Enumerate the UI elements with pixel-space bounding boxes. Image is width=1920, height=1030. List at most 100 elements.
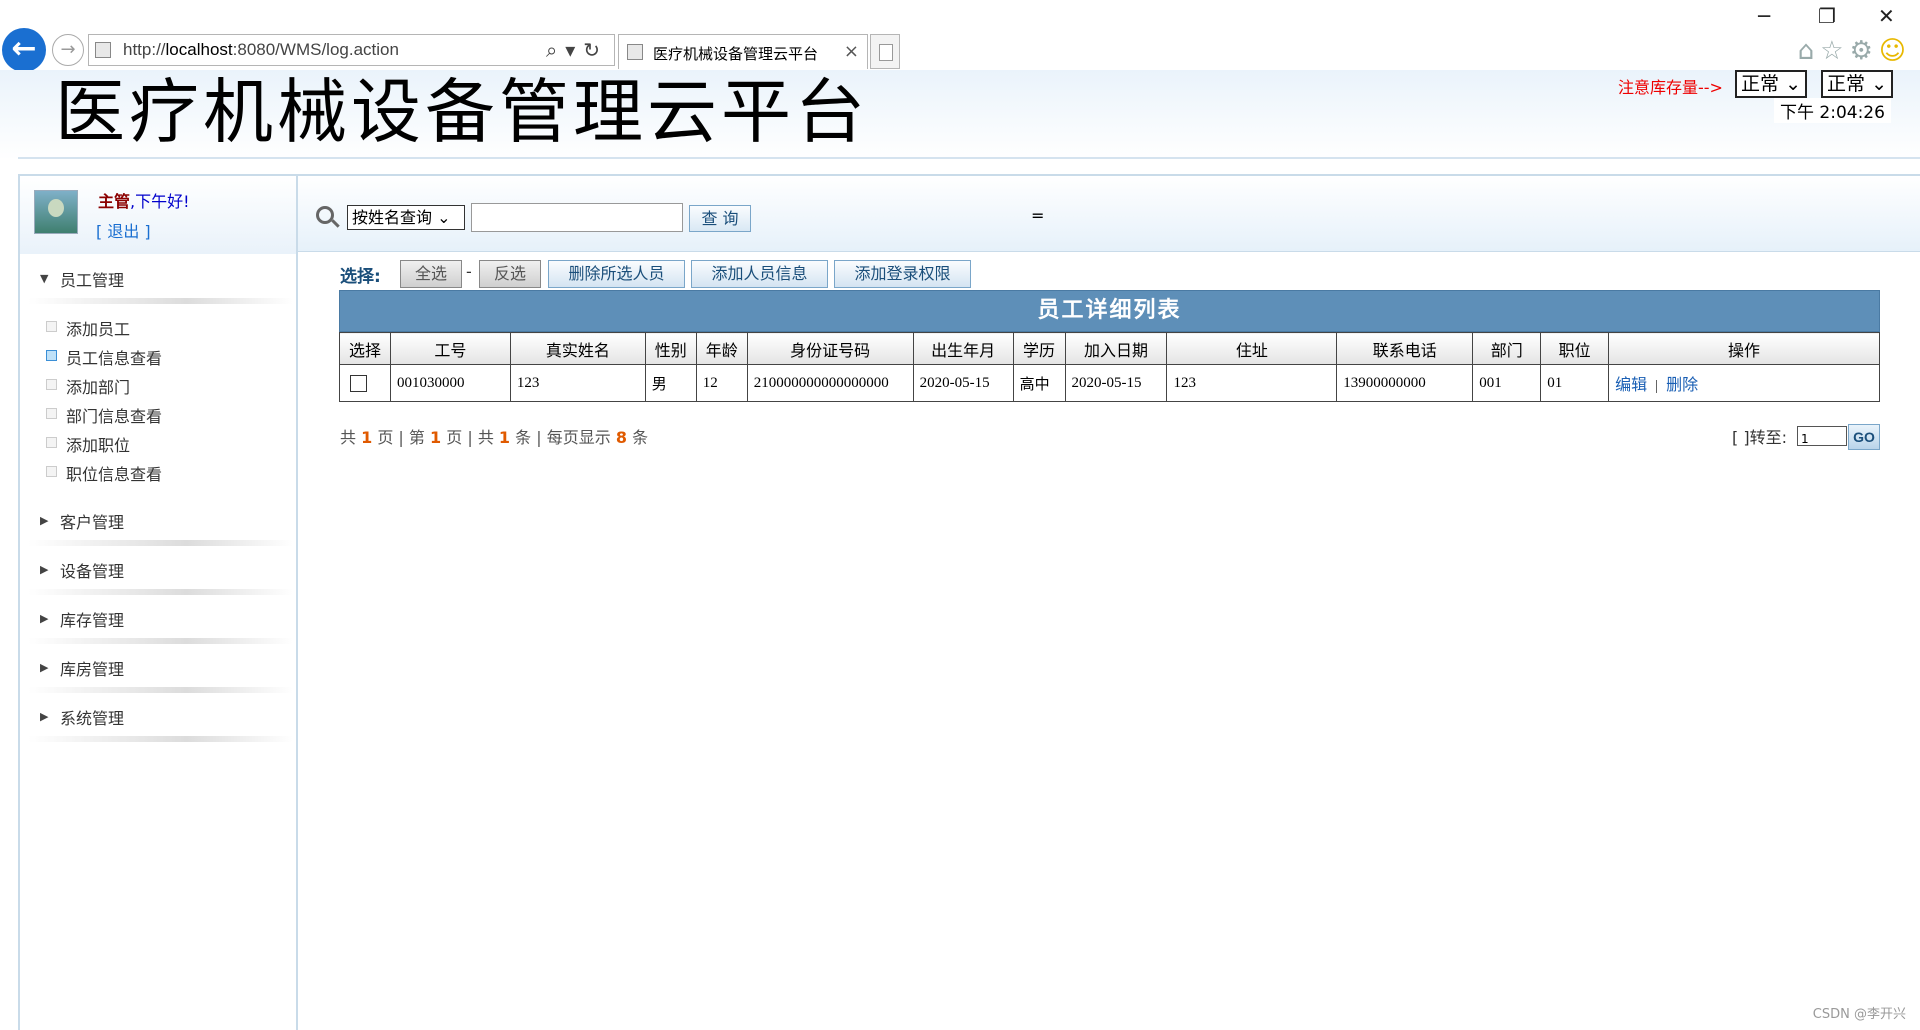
search-icon: ⌕ — [545, 38, 566, 62]
dropdown-icon: ▾ — [565, 38, 584, 62]
caret-right-icon: ▶ — [40, 514, 49, 527]
logout-link[interactable]: [ 退出 ] — [96, 218, 151, 242]
back-button[interactable]: ← — [2, 28, 46, 72]
sidebar-group-customers[interactable]: ▶ 客户管理 — [20, 498, 296, 546]
select-label: 选择: — [340, 267, 381, 287]
go-button[interactable]: GO — [1848, 424, 1880, 450]
query-extra-text: = — [1031, 206, 1045, 225]
goto-page-input[interactable]: 1 — [1797, 426, 1847, 446]
browser-tab[interactable]: 医疗机械设备管理云平台 × — [618, 34, 868, 69]
refresh-icon: ↻ — [583, 38, 608, 62]
query-mode-select[interactable]: 按姓名查询 ⌄ — [347, 205, 465, 230]
caret-right-icon: ▶ — [40, 661, 49, 674]
employee-table: 选择 工号 真实姓名 性别 年龄 身份证号码 出生年月 学历 加入日期 住址 联… — [339, 332, 1880, 402]
search-bar: 按姓名查询 ⌄ 查 询 = — [298, 174, 1920, 252]
query-button[interactable]: 查 询 — [689, 205, 751, 232]
tab-title: 医疗机械设备管理云平台 — [653, 45, 819, 63]
page-icon — [95, 42, 111, 58]
browser-chrome: ← → http://localhost:8080/WMS/log.action… — [0, 0, 1920, 72]
current-page: 1 — [430, 428, 442, 447]
edit-link[interactable]: 编辑 — [1615, 375, 1647, 394]
total-items: 1 — [498, 428, 511, 447]
browser-toolbar-icons: ⌂☆⚙☺ — [1798, 36, 1912, 66]
caret-right-icon: ▶ — [40, 612, 49, 625]
table-title: 员工详细列表 — [339, 290, 1880, 332]
user-box: 主管,下午好! [ 退出 ] — [20, 176, 296, 254]
avatar — [34, 190, 78, 234]
cell-join-date: 2020-05-15 — [1064, 364, 1168, 402]
clock: 下午 2:04:26 — [1774, 98, 1891, 123]
sidebar-group-equipment[interactable]: ▶ 设备管理 — [20, 547, 296, 595]
cell-gender: 男 — [644, 364, 697, 402]
col-header-id: 工号 — [389, 332, 511, 365]
cell-name: 123 — [509, 364, 646, 402]
cell-age: 12 — [695, 364, 748, 402]
row-select-cell — [339, 364, 391, 402]
col-header-dept: 部门 — [1472, 332, 1542, 365]
stock-status-select-1[interactable]: 正常 ⌄ — [1735, 70, 1807, 98]
address-tools[interactable]: ⌕▾↻ — [546, 38, 608, 62]
cell-position: 01 — [1540, 364, 1610, 402]
cell-actions: 编辑 | 删除 — [1608, 364, 1880, 402]
col-header-actions: 操作 — [1608, 332, 1880, 365]
caret-right-icon: ▶ — [40, 710, 49, 723]
delete-link[interactable]: 删除 — [1666, 375, 1698, 394]
pagination-info: 共 1 页 | 第 1 页 | 共 1 条 | 每页显示 8 条 — [340, 428, 649, 447]
col-header-phone: 联系电话 — [1336, 332, 1474, 365]
col-header-name: 真实姓名 — [509, 332, 646, 365]
address-url[interactable]: http://localhost:8080/WMS/log.action — [123, 40, 399, 60]
col-header-id-card: 身份证号码 — [746, 332, 914, 365]
address-bar[interactable]: http://localhost:8080/WMS/log.action ⌕▾↻ — [88, 34, 615, 66]
greeting: 主管,下午好! — [98, 192, 190, 211]
site-header: 医疗机械设备管理云平台 注意库存量--> 正常 ⌄ 正常 ⌄ 下午 2:04:2… — [0, 70, 1920, 160]
minimize-button[interactable]: ─ — [1758, 4, 1770, 28]
cell-birth: 2020-05-15 — [912, 364, 1014, 402]
total-pages: 1 — [361, 428, 373, 447]
sidebar-group-employees[interactable]: ▼ 员工管理 — [20, 256, 296, 304]
tab-page-icon — [627, 44, 643, 60]
table-header-row: 选择 工号 真实姓名 性别 年龄 身份证号码 出生年月 学历 加入日期 住址 联… — [339, 332, 1880, 365]
col-header-age: 年龄 — [695, 332, 748, 365]
sidebar-group-inventory[interactable]: ▶ 库存管理 — [20, 596, 296, 644]
new-tab-button[interactable] — [870, 34, 900, 69]
gear-icon[interactable]: ⚙ — [1850, 36, 1879, 66]
col-header-join-date: 加入日期 — [1064, 332, 1168, 365]
sidebar-group-system[interactable]: ▶ 系统管理 — [20, 694, 296, 742]
header-divider — [18, 157, 1920, 159]
caret-right-icon: ▶ — [40, 563, 49, 576]
col-header-birth: 出生年月 — [912, 332, 1014, 365]
star-icon[interactable]: ☆ — [1820, 36, 1849, 66]
restore-button[interactable]: ❐ — [1818, 4, 1836, 28]
col-header-education: 学历 — [1012, 332, 1066, 365]
page-size: 8 — [615, 428, 627, 447]
cell-phone: 13900000000 — [1336, 364, 1474, 402]
cell-dept: 001 — [1472, 364, 1542, 402]
row-checkbox[interactable] — [350, 374, 367, 392]
invert-selection-button[interactable]: 反选 — [479, 260, 541, 288]
search-input[interactable] — [471, 203, 683, 232]
table-row: 001030000 123 男 12 210000000000000000 20… — [339, 364, 1880, 402]
chevron-down-icon: ⌄ — [1785, 73, 1801, 95]
sidebar-group-warehouse[interactable]: ▶ 库房管理 — [20, 645, 296, 693]
col-header-address: 住址 — [1166, 332, 1338, 365]
forward-button[interactable]: → — [52, 34, 84, 66]
page-title: 医疗机械设备管理云平台 — [55, 71, 869, 153]
delete-selected-button[interactable]: 删除所选人员 — [548, 260, 685, 288]
add-person-button[interactable]: 添加人员信息 — [691, 260, 828, 288]
tab-close-icon[interactable]: × — [844, 41, 859, 62]
stock-warning-label: 注意库存量--> — [1618, 78, 1723, 97]
home-icon[interactable]: ⌂ — [1798, 36, 1821, 66]
col-header-gender: 性别 — [644, 332, 697, 365]
col-header-position: 职位 — [1540, 332, 1610, 365]
caret-down-icon: ▼ — [40, 272, 49, 285]
cell-id-card: 210000000000000000 — [746, 364, 914, 402]
add-login-permission-button[interactable]: 添加登录权限 — [834, 260, 971, 288]
smiley-icon[interactable]: ☺ — [1879, 36, 1912, 66]
stock-status-select-2[interactable]: 正常 ⌄ — [1821, 70, 1893, 98]
select-all-button[interactable]: 全选 — [400, 260, 462, 288]
cell-id: 001030000 — [389, 364, 511, 402]
sidebar: 主管,下午好! [ 退出 ] ▼ 员工管理 添加员工 员工信息查看 添加部门 部… — [18, 174, 298, 1030]
chevron-down-icon: ⌄ — [1871, 73, 1887, 95]
close-window-button[interactable]: ✕ — [1878, 4, 1895, 28]
chevron-down-icon: ⌄ — [437, 208, 451, 227]
